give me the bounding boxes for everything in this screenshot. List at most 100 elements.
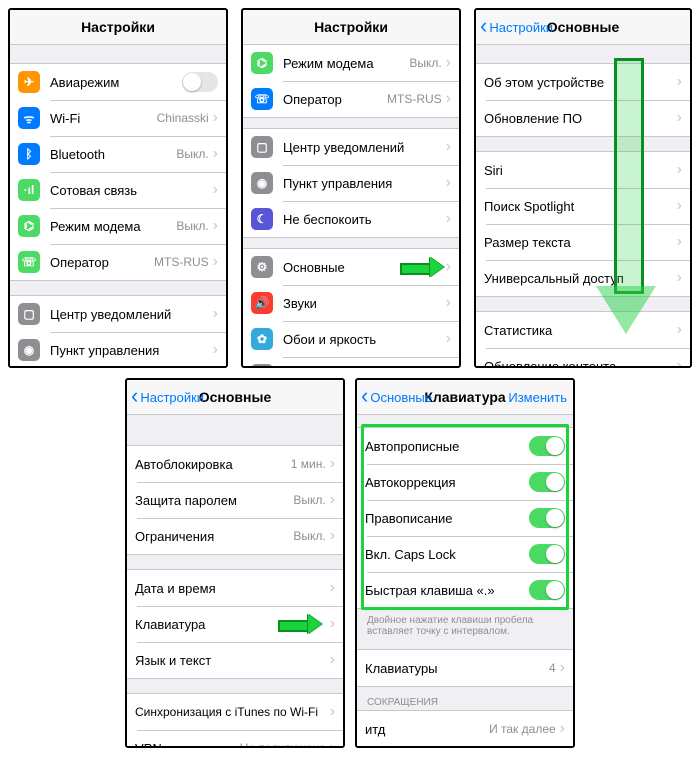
row-cellular[interactable]: ·ıl Сотовая связь › bbox=[10, 172, 226, 208]
row-hotspot[interactable]: ⌬ Режим модема Выкл. › bbox=[243, 45, 459, 81]
row-label: Клавиатуры bbox=[365, 661, 549, 676]
row-autocapitalize[interactable]: Автопрописные bbox=[357, 428, 573, 464]
airplane-switch[interactable] bbox=[182, 72, 218, 92]
row-value: Chinasski bbox=[157, 111, 209, 125]
chevron-right-icon: › bbox=[213, 305, 218, 323]
footnote: Двойное нажатие клавиши пробела вставляе… bbox=[357, 609, 573, 639]
row-spotlight[interactable]: Поиск Spotlight › bbox=[476, 188, 690, 224]
row-capslock[interactable]: Вкл. Caps Lock bbox=[357, 536, 573, 572]
row-label: Авиарежим bbox=[50, 75, 182, 90]
row-label: Центр уведомлений bbox=[283, 140, 446, 155]
row-label: Siri bbox=[484, 163, 677, 178]
annotation-arrow-right bbox=[400, 260, 446, 274]
chevron-right-icon: › bbox=[213, 145, 218, 163]
chevron-right-icon: › bbox=[446, 366, 451, 367]
row-software-update[interactable]: Обновление ПО › bbox=[476, 100, 690, 136]
chevron-right-icon: › bbox=[330, 703, 335, 721]
row-control-center[interactable]: ◉ Пункт управления › bbox=[243, 165, 459, 201]
row-passcode[interactable]: Защита паролем Выкл. › bbox=[127, 482, 343, 518]
chevron-right-icon: › bbox=[330, 527, 335, 545]
row-notifications[interactable]: ▢ Центр уведомлений › bbox=[243, 129, 459, 165]
row-label: Обновление ПО bbox=[484, 111, 677, 126]
row-hotspot[interactable]: ⌬ Режим модема Выкл. › bbox=[10, 208, 226, 244]
row-about[interactable]: Об этом устройстве › bbox=[476, 64, 690, 100]
switch-period[interactable] bbox=[529, 580, 565, 600]
sounds-icon: 🔊 bbox=[251, 292, 273, 314]
row-label: Автопрописные bbox=[365, 439, 529, 454]
row-notifications[interactable]: ▢ Центр уведомлений › bbox=[10, 296, 226, 332]
back-button[interactable]: Основные bbox=[361, 390, 432, 405]
row-sounds[interactable]: 🔊 Звуки › bbox=[243, 285, 459, 321]
row-bluetooth[interactable]: ᛒ Bluetooth Выкл. › bbox=[10, 136, 226, 172]
row-background-refresh[interactable]: Обновление контента › bbox=[476, 348, 690, 367]
chevron-right-icon: › bbox=[677, 109, 682, 127]
row-keyboards[interactable]: Клавиатуры 4 › bbox=[357, 650, 573, 686]
row-label: Сотовая связь bbox=[50, 183, 213, 198]
cellular-icon: ·ıl bbox=[18, 179, 40, 201]
row-label: Ограничения bbox=[135, 529, 293, 544]
switch-autocapitalize[interactable] bbox=[529, 436, 565, 456]
row-privacy[interactable]: ✋ Приватность › bbox=[243, 357, 459, 367]
switch-spellcheck[interactable] bbox=[529, 508, 565, 528]
chevron-right-icon: › bbox=[330, 615, 335, 633]
control-center-icon: ◉ bbox=[18, 339, 40, 361]
switch-capslock[interactable] bbox=[529, 544, 565, 564]
screenshot-keyboard: Основные Клавиатура Изменить Автопрописн… bbox=[355, 378, 575, 748]
row-text-size[interactable]: Размер текста › bbox=[476, 224, 690, 260]
row-label: Вкл. Caps Lock bbox=[365, 547, 529, 562]
switch-autocorrect[interactable] bbox=[529, 472, 565, 492]
row-general[interactable]: ⚙ Основные › bbox=[243, 249, 459, 285]
row-label: VPN bbox=[135, 741, 240, 748]
row-date-time[interactable]: Дата и время › bbox=[127, 570, 343, 606]
row-label: Статистика bbox=[484, 323, 677, 338]
chevron-right-icon: › bbox=[213, 109, 218, 127]
row-label: Синхронизация с iTunes по Wi-Fi bbox=[135, 705, 330, 719]
row-label: Основные bbox=[283, 260, 400, 275]
row-label: Оператор bbox=[283, 92, 387, 107]
back-button[interactable]: Настройки bbox=[131, 390, 204, 405]
row-accessibility[interactable]: Универсальный доступ › bbox=[476, 260, 690, 296]
row-wifi[interactable]: ᯤ Wi-Fi Chinasski › bbox=[10, 100, 226, 136]
row-usage[interactable]: Статистика › bbox=[476, 312, 690, 348]
row-siri[interactable]: Siri › bbox=[476, 152, 690, 188]
wifi-icon: ᯤ bbox=[18, 107, 40, 129]
row-value: 4 bbox=[549, 661, 556, 675]
chevron-right-icon: › bbox=[677, 161, 682, 179]
row-value: Выкл. bbox=[293, 493, 325, 507]
row-dnd[interactable]: ☾ Не беспокоить › bbox=[243, 201, 459, 237]
airplane-icon: ✈ bbox=[18, 71, 40, 93]
row-label: итд bbox=[365, 722, 489, 737]
chevron-right-icon: › bbox=[213, 341, 218, 359]
chevron-right-icon: › bbox=[446, 90, 451, 108]
row-label: Размер текста bbox=[484, 235, 677, 250]
row-shortcut[interactable]: итд И так далее › bbox=[357, 711, 573, 747]
row-vpn[interactable]: VPN Не подключено › bbox=[127, 730, 343, 747]
chevron-right-icon: › bbox=[446, 138, 451, 156]
row-label: Обновление контента bbox=[484, 359, 677, 368]
row-label: Режим модема bbox=[50, 219, 176, 234]
row-carrier[interactable]: ☏ Оператор MTS-RUS › bbox=[243, 81, 459, 117]
row-value: 1 мин. bbox=[291, 457, 326, 471]
row-language[interactable]: Язык и текст › bbox=[127, 642, 343, 678]
row-restrictions[interactable]: Ограничения Выкл. › bbox=[127, 518, 343, 554]
row-itunes-wifi[interactable]: Синхронизация с iTunes по Wi-Fi › bbox=[127, 694, 343, 730]
row-carrier[interactable]: ☏ Оператор MTS-RUS › bbox=[10, 244, 226, 280]
chevron-right-icon: › bbox=[330, 739, 335, 747]
chevron-right-icon: › bbox=[446, 174, 451, 192]
row-airplane-mode[interactable]: ✈ Авиарежим bbox=[10, 64, 226, 100]
row-control-center[interactable]: ◉ Пункт управления › bbox=[10, 332, 226, 367]
row-autolock[interactable]: Автоблокировка 1 мин. › bbox=[127, 446, 343, 482]
row-label: Язык и текст bbox=[135, 653, 330, 668]
row-autocorrect[interactable]: Автокоррекция bbox=[357, 464, 573, 500]
row-value: Не подключено bbox=[240, 741, 326, 747]
row-period-shortcut[interactable]: Быстрая клавиша «.» bbox=[357, 572, 573, 608]
back-button[interactable]: Настройки bbox=[480, 20, 553, 35]
row-label: Bluetooth bbox=[50, 147, 176, 162]
row-keyboard[interactable]: Клавиатура › bbox=[127, 606, 343, 642]
chevron-right-icon: › bbox=[446, 210, 451, 228]
edit-button[interactable]: Изменить bbox=[508, 390, 567, 405]
screenshot-settings-main-1: Настройки ✈ Авиарежим ᯤ Wi-Fi Chinasski … bbox=[8, 8, 228, 368]
row-wallpaper[interactable]: ✿ Обои и яркость › bbox=[243, 321, 459, 357]
privacy-icon: ✋ bbox=[251, 364, 273, 367]
row-spellcheck[interactable]: Правописание bbox=[357, 500, 573, 536]
